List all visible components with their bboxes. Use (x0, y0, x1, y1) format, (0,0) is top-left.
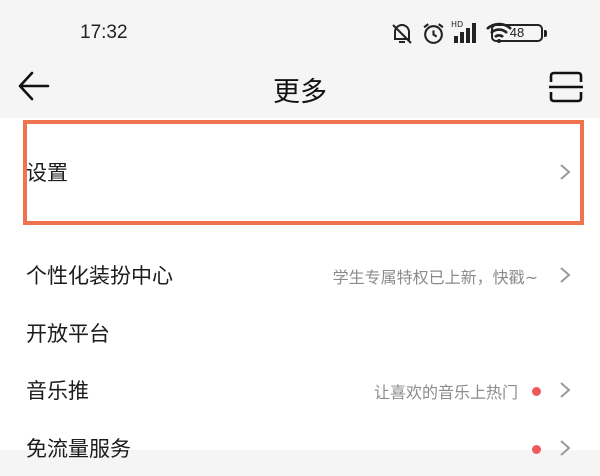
menu-item-hint: 让喜欢的音乐上热门 (373, 383, 518, 402)
chevron-right-icon (560, 440, 571, 456)
status-bar: 17:32 HD 48 (0, 0, 600, 62)
top-nav-bar: 更多 (0, 62, 600, 117)
hd-signal-icon: HD (451, 20, 476, 43)
battery-icon: 48 (491, 24, 547, 42)
mute-icon (392, 24, 412, 44)
menu-item-label: 开放平台 (26, 322, 110, 346)
alarm-icon (423, 23, 444, 44)
chevron-right-icon (560, 267, 571, 283)
menu-item-open-platform[interactable]: 开放平台 (0, 305, 600, 361)
menu-item-personalization[interactable]: 个性化装扮中心 学生专属特权已上新，快戳~ (0, 247, 600, 303)
svg-text:HD: HD (451, 20, 463, 29)
page-title: 更多 (273, 77, 327, 108)
menu-item-label: 免流量服务 (26, 437, 131, 461)
menu-item-music-promo[interactable]: 音乐推 让喜欢的音乐上热门 (0, 362, 600, 418)
status-time: 17:32 (80, 22, 128, 43)
menu-item-label: 个性化装扮中心 (26, 264, 173, 288)
highlight-box (23, 120, 584, 225)
back-button[interactable] (16, 68, 52, 104)
menu-item-hint: 学生专属特权已上新，快戳~ (332, 268, 538, 287)
menu-item-data-free-service[interactable]: 免流量服务 (0, 420, 600, 476)
menu-item-label: 音乐推 (26, 379, 89, 403)
scan-icon (549, 71, 583, 103)
chevron-right-icon (560, 382, 571, 398)
scan-button[interactable] (548, 70, 584, 104)
arrow-left-icon (18, 71, 50, 101)
red-dot-badge (532, 387, 541, 396)
